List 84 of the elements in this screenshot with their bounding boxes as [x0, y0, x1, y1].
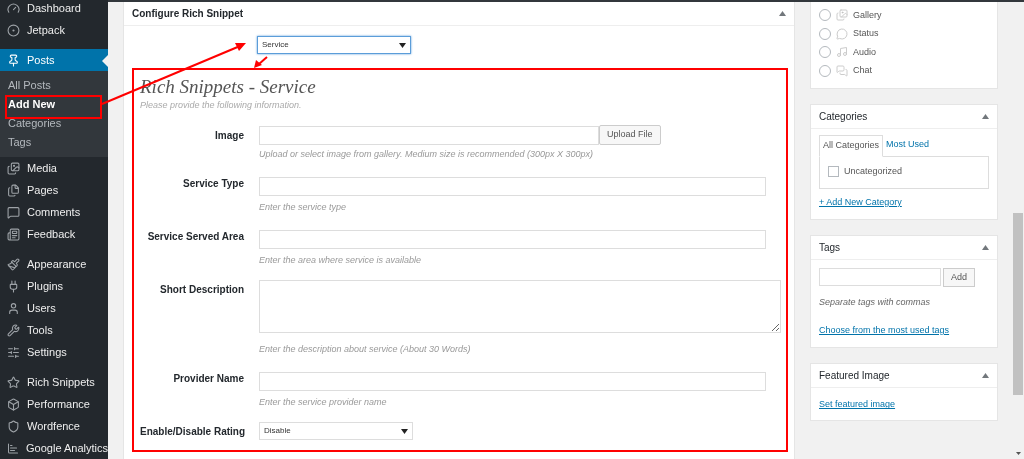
bar-chart-icon [7, 441, 20, 455]
sliders-icon [7, 345, 20, 359]
panel-title: Featured Image [819, 369, 890, 384]
field-hint: Enter the description about service (About 30 Words) [259, 344, 472, 355]
category-tab[interactable]: Most Used [883, 135, 933, 156]
format-label: Audio [853, 45, 877, 59]
images-icon [7, 161, 20, 175]
input-field[interactable] [259, 126, 599, 145]
pin-icon [7, 53, 20, 67]
menu-item[interactable]: Settings [0, 341, 108, 363]
format-label: Chat [853, 64, 872, 78]
format-label: Gallery [853, 8, 882, 22]
submenu-item[interactable]: Add New [0, 95, 108, 114]
menu-item[interactable]: Dashboard [0, 0, 108, 19]
collapse-icon[interactable] [982, 373, 989, 379]
collapse-icon[interactable] [779, 11, 786, 16]
field-label: Short Description [159, 283, 244, 297]
field-hint: Enter the area where service is available [259, 255, 423, 266]
text-area[interactable] [259, 280, 781, 333]
speech-bubble-icon [836, 27, 848, 40]
chat-icon [836, 65, 848, 78]
speech-bubble-icon [7, 205, 20, 219]
category-tab[interactable]: All Categories [819, 135, 884, 157]
menu-item[interactable]: Jetpack [0, 19, 108, 41]
field-label: Provider Name [172, 372, 244, 386]
collapse-icon[interactable] [982, 245, 989, 251]
caret-icon [399, 42, 406, 48]
field-hint: Enter the service type [259, 202, 348, 213]
menu-item[interactable]: Google Analytics [0, 437, 108, 459]
collapse-icon[interactable] [982, 114, 989, 120]
add-category-link[interactable]: + Add New Category [819, 195, 989, 210]
pages-icon [7, 183, 20, 197]
field-label: Enable/Disable Rating [140, 425, 244, 439]
box-title: Configure Rich Snippet [132, 7, 244, 21]
menu-item[interactable]: Feedback [0, 223, 108, 245]
submenu-item[interactable]: Categories [0, 114, 108, 133]
box-icon [7, 397, 20, 411]
gallery-icon [836, 9, 848, 22]
menu-item[interactable]: Tools [0, 319, 108, 341]
gauge-icon [7, 1, 20, 15]
brush-icon [7, 257, 20, 271]
add-button[interactable]: Add [943, 268, 975, 288]
format-label: Status [853, 27, 879, 41]
most-used-tags-link[interactable]: Choose from the most used tags [819, 323, 989, 338]
menu-item[interactable]: Comments [0, 201, 108, 223]
menu-item[interactable]: Performance [0, 393, 108, 415]
menu-item[interactable]: Plugins [0, 275, 108, 297]
panel-title: Categories [819, 110, 868, 125]
menu-item[interactable]: Rich Snippets [0, 371, 108, 393]
section-intro: Please provide the following information. [140, 100, 303, 111]
field-hint: Enter the service provider name [259, 397, 388, 408]
menu-item[interactable]: Users [0, 297, 108, 319]
input-field[interactable] [259, 176, 766, 196]
star-icon [7, 375, 20, 389]
field-label: Service Type [182, 177, 244, 191]
snippet-type-select[interactable]: Service [257, 36, 411, 54]
field-hint: Upload or select image from gallery. Medium size is recommended (300px X 300px) [259, 149, 594, 160]
caret-icon [401, 428, 408, 434]
field-label: Service Served Area [146, 230, 244, 244]
submenu-item[interactable]: Tags [0, 133, 108, 152]
user-icon [7, 301, 20, 315]
set-featured-image-link[interactable]: Set featured image [819, 398, 989, 412]
category-label: Uncategorized [844, 164, 903, 178]
panel-title: Tags [819, 241, 841, 256]
tags-hint: Separate tags with commas [819, 296, 932, 310]
upload-button[interactable]: Upload File [599, 125, 661, 145]
field-label: Image [214, 129, 244, 143]
input-field[interactable] [259, 371, 766, 391]
form-icon [7, 227, 20, 241]
menu-item[interactable]: Posts [0, 49, 108, 71]
rating-select[interactable]: Disable [259, 422, 413, 440]
menu-item[interactable]: Media [0, 157, 108, 179]
checkbox[interactable] [828, 166, 839, 178]
music-note-icon [836, 46, 848, 59]
plug-icon [7, 279, 20, 293]
menu-item[interactable]: Pages [0, 179, 108, 201]
menu-item[interactable]: Appearance [0, 253, 108, 275]
circle-icon [7, 23, 20, 37]
tag-input[interactable] [819, 268, 941, 287]
wrench-icon [7, 323, 20, 337]
shield-icon [7, 419, 20, 433]
input-field[interactable] [259, 229, 766, 249]
menu-item[interactable]: Wordfence [0, 415, 108, 437]
submenu-item[interactable]: All Posts [0, 76, 108, 95]
